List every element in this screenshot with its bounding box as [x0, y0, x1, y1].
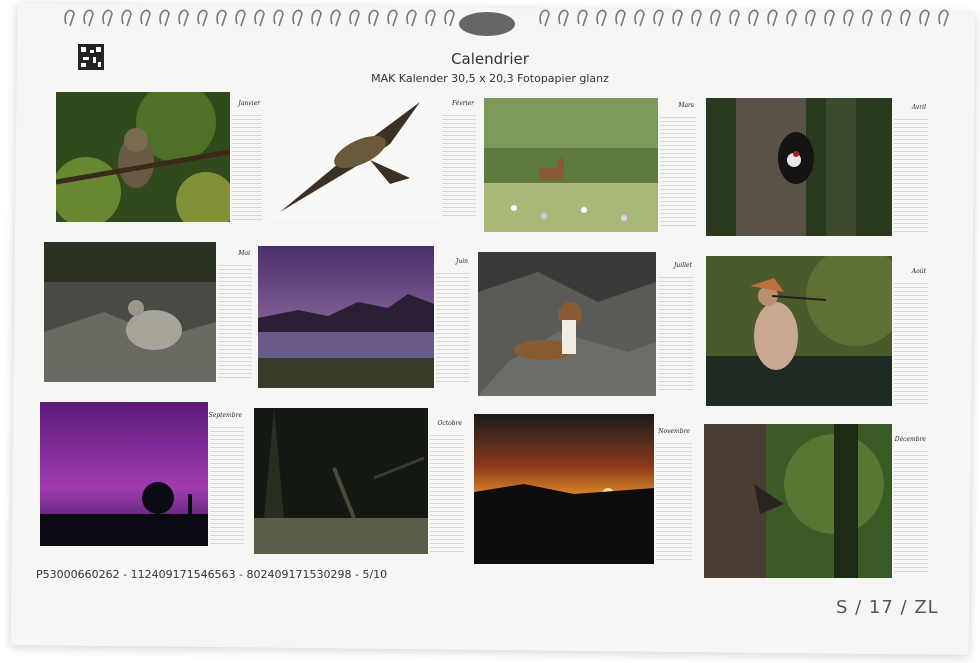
calendar-subtitle: MAK Kalender 30,5 x 20,3 Fotopapier glan… [371, 72, 609, 85]
spiral-ring [558, 9, 569, 27]
month-grid-novembre: Novembre [656, 428, 692, 560]
month-label: Septembre [208, 412, 242, 419]
photo-chamois [484, 98, 658, 232]
spiral-ring [710, 9, 721, 27]
month-label: Août [911, 268, 926, 275]
photo-woodpecker-hole [706, 98, 892, 236]
spiral-ring [197, 9, 208, 27]
calendar-title: Calendrier [451, 50, 529, 68]
spiral-ring [273, 9, 284, 27]
month-grid-septembre: Septembre [208, 412, 244, 544]
spiral-ring [349, 9, 360, 27]
spiral-ring [425, 9, 436, 27]
month-grid-juillet: Juillet [658, 262, 694, 390]
month-label: Novembre [658, 428, 690, 435]
month-grid-avril: Avril [894, 104, 928, 232]
spiral-ring [938, 9, 949, 27]
month-label: Juin [455, 258, 468, 265]
spiral-ring [311, 9, 322, 27]
spiral-ring [767, 9, 778, 27]
month-grid-mars: Mars [660, 102, 696, 226]
month-label: Mars [678, 102, 694, 109]
month-label: Février [452, 100, 474, 107]
month-grid-octobre: Octobre [430, 420, 464, 552]
month-label: Décembre [894, 436, 926, 443]
spiral-ring [235, 9, 246, 27]
month-grid-mai: Mai [218, 250, 252, 380]
spiral-ring [577, 9, 588, 27]
print-id: S / 17 / ZL [836, 597, 939, 618]
spiral-ring [653, 9, 664, 27]
hanger-notch [459, 12, 515, 36]
spiral-ring [919, 9, 930, 27]
photo-stoat [478, 252, 656, 396]
spiral-ring [330, 9, 341, 27]
month-label: Janvier [238, 100, 260, 107]
photo-hoopoe [706, 256, 892, 406]
spiral-ring [672, 9, 683, 27]
spiral-ring [691, 9, 702, 27]
spiral-ring [539, 9, 550, 27]
month-grid-decembre: Décembre [894, 436, 928, 574]
month-label: Juillet [674, 262, 692, 269]
spiral-ring [216, 9, 227, 27]
spiral-ring [729, 9, 740, 27]
month-grid-fevrier: Février [442, 100, 476, 216]
spiral-ring [292, 9, 303, 27]
spiral-ring [805, 9, 816, 27]
photo-ptarmigan [44, 242, 216, 382]
calendar-photo: Calendrier MAK Kalender 30,5 x 20,3 Foto… [0, 0, 980, 663]
spiral-ring [140, 9, 151, 27]
month-label: Octobre [437, 420, 462, 427]
spiral-ring [102, 9, 113, 27]
spiral-ring [178, 9, 189, 27]
photo-forest-deer [254, 408, 428, 554]
spiral-ring [254, 9, 265, 27]
month-label: Avril [911, 104, 926, 111]
spiral-ring [843, 9, 854, 27]
spiral-ring [615, 9, 626, 27]
spiral-ring [406, 9, 417, 27]
month-grid-juin: Juin [436, 258, 470, 384]
spiral-ring [862, 9, 873, 27]
spiral-ring [368, 9, 379, 27]
spiral-ring [900, 9, 911, 27]
photo-mountain-lake [258, 246, 434, 388]
spiral-ring [881, 9, 892, 27]
month-label: Mai [238, 250, 250, 257]
month-grid-janvier: Janvier [232, 100, 262, 220]
spiral-ring [121, 9, 132, 27]
photo-woodpecker-trunk [704, 424, 892, 578]
photo-vulture [270, 94, 440, 220]
photo-owl [56, 92, 230, 222]
spiral-ring [824, 9, 835, 27]
photo-aurora [40, 402, 208, 546]
print-codes: P53000660262 - 112409171546563 - 8024091… [36, 568, 388, 581]
photo-sunset [474, 414, 654, 564]
spiral-ring [83, 9, 94, 27]
spiral-ring [387, 9, 398, 27]
spiral-ring [786, 9, 797, 27]
month-grid-aout: Août [894, 268, 928, 404]
spiral-ring [159, 9, 170, 27]
spiral-ring [444, 9, 455, 27]
spiral-ring [748, 9, 759, 27]
spiral-ring [64, 9, 75, 27]
spiral-binding [64, 9, 949, 36]
spiral-ring [634, 9, 645, 27]
spiral-ring [596, 9, 607, 27]
